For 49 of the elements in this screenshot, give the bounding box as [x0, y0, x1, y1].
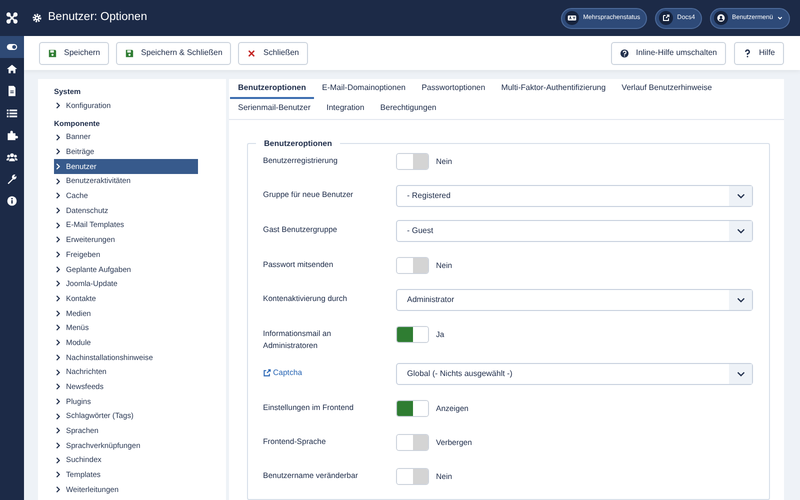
external-link-icon	[263, 369, 271, 377]
toolbar-button[interactable]: Inline-Hilfe umschalten	[611, 42, 726, 64]
toolbar-button[interactable]: Schließen	[238, 42, 308, 64]
close-icon	[247, 48, 256, 58]
select-field[interactable]: Administrator	[396, 289, 753, 311]
save-icon	[125, 48, 134, 58]
gear-icon	[32, 13, 42, 23]
chevron-down-icon	[736, 228, 744, 234]
language-icon	[567, 13, 578, 23]
tab[interactable]: Benutzeroptionen	[230, 79, 314, 99]
document-icon[interactable]	[6, 85, 18, 97]
tab[interactable]: Passwortoptionen	[414, 79, 494, 99]
select-field[interactable]: Global (- Nichts ausgewählt -)	[396, 363, 753, 385]
external-link-icon	[661, 13, 672, 23]
puzzle-icon[interactable]	[6, 129, 18, 141]
home-icon[interactable]	[6, 63, 18, 75]
toggle-switch[interactable]	[396, 468, 429, 485]
chevron-down-icon	[736, 193, 744, 199]
help-icon	[620, 48, 630, 58]
tab[interactable]: E-Mail-Domainoptionen	[314, 79, 414, 99]
select-field[interactable]: - Registered	[396, 185, 753, 207]
caret-icon	[777, 15, 783, 21]
list-icon[interactable]	[6, 107, 18, 119]
user-icon	[716, 13, 726, 23]
toggle-switch[interactable]	[396, 257, 429, 274]
wrench-icon[interactable]	[6, 173, 18, 185]
toggle-icon[interactable]	[6, 41, 18, 53]
tab[interactable]: Verlauf Benutzerhinweise	[614, 79, 720, 99]
select-field[interactable]: - Guest	[396, 220, 753, 242]
fieldset-legend: Benutzeroptionen	[256, 138, 340, 150]
toggle-switch[interactable]	[396, 326, 429, 343]
toolbar-button[interactable]: Hilfe	[734, 42, 784, 64]
page-title: Benutzer: Optionen	[48, 11, 148, 25]
toggle-switch[interactable]	[396, 434, 429, 451]
tab[interactable]: Integration	[318, 99, 372, 119]
chevron-icon	[55, 102, 61, 109]
info-icon[interactable]	[6, 195, 18, 207]
question-icon	[742, 48, 752, 58]
toolbar-button[interactable]: Speichern & Schließen	[116, 42, 232, 64]
tab[interactable]: Serienmail-Benutzer	[230, 99, 318, 119]
save-icon	[48, 48, 57, 58]
users-icon[interactable]	[6, 151, 18, 163]
tab[interactable]: Berechtigungen	[372, 99, 444, 119]
toggle-switch[interactable]	[396, 400, 429, 417]
toolbar-button[interactable]: Speichern	[39, 42, 110, 64]
toggle-switch[interactable]	[396, 153, 429, 170]
chevron-down-icon	[736, 371, 744, 377]
chevron-down-icon	[736, 297, 744, 303]
tab[interactable]: Multi-Faktor-Authentifizierung	[493, 79, 614, 99]
